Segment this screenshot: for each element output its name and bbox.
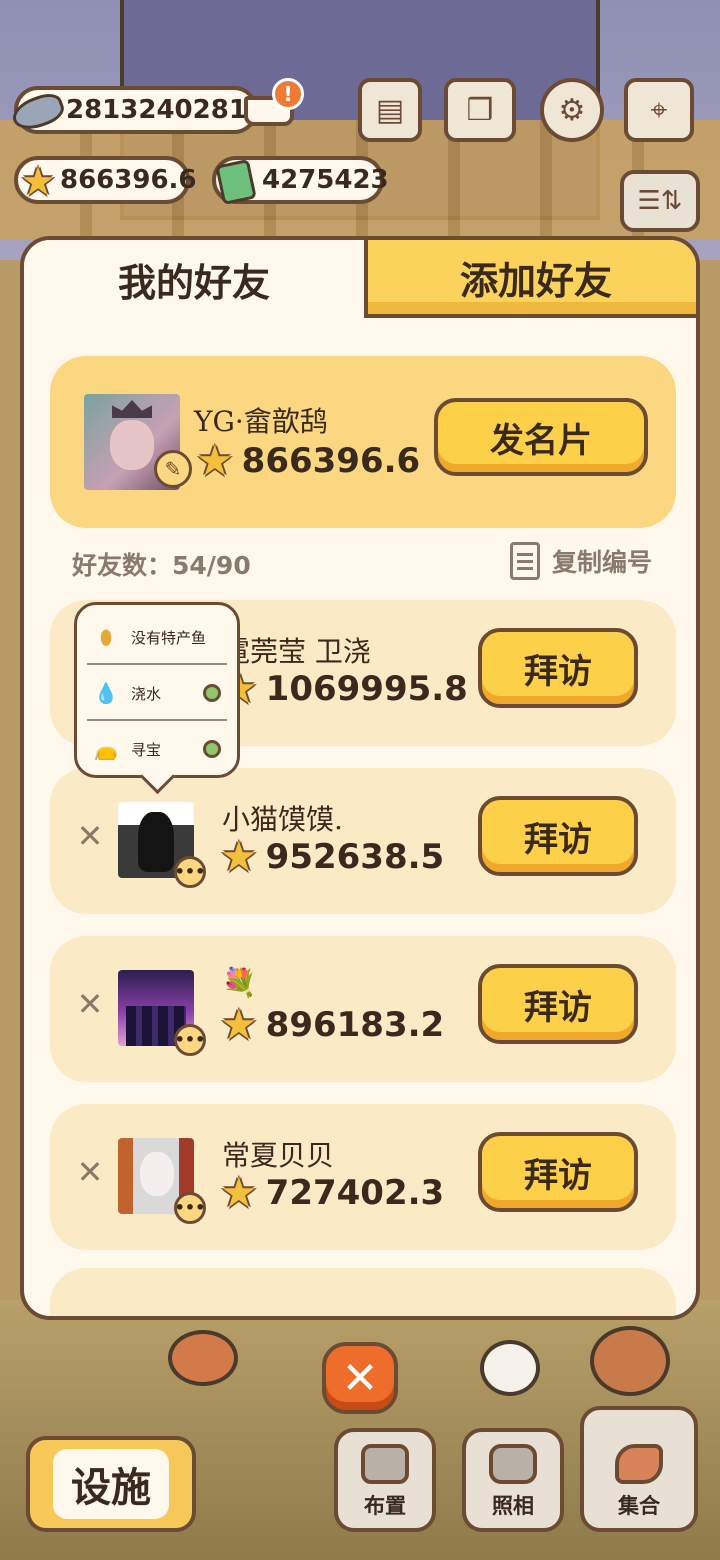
- tooltip-item-water: 💧 浇水: [93, 669, 221, 717]
- visit-button[interactable]: 拜访: [478, 628, 638, 708]
- ticket-currency[interactable]: 4275423: [212, 156, 389, 206]
- layout-button[interactable]: 布置: [334, 1428, 436, 1532]
- my-name: YG·畲歆鸹: [194, 405, 328, 438]
- remove-friend-icon[interactable]: ✕: [72, 985, 108, 1023]
- visit-button[interactable]: 拜访: [478, 796, 638, 876]
- gather-label: 集合: [618, 1494, 660, 1518]
- photo-button[interactable]: 照相: [462, 1428, 564, 1532]
- treasure-bag-icon: 👝: [93, 737, 119, 761]
- ticket-icon: [210, 156, 262, 208]
- star-icon: ★: [220, 832, 258, 881]
- map-icon[interactable]: ⌖: [624, 78, 694, 142]
- tab-my-friends-label: 我的好友: [117, 260, 270, 305]
- more-options-icon[interactable]: •••: [174, 1192, 206, 1224]
- more-options-icon[interactable]: •••: [174, 1024, 206, 1056]
- star-icon: ★: [220, 1168, 258, 1217]
- divider: [87, 719, 227, 721]
- friend-score-value: 896183.2: [265, 1005, 445, 1045]
- tab-add-friend-label: 添加好友: [459, 258, 612, 303]
- fish-value: 2813240281: [66, 95, 247, 125]
- tooltip-label: 寻宝: [131, 740, 162, 759]
- whistle-icon: [615, 1444, 663, 1484]
- tooltip-item-specialty-fish: ⬮ 没有特产鱼: [93, 613, 221, 661]
- peanut-icon: ⬮: [99, 625, 113, 649]
- fish-icon: [8, 86, 68, 138]
- friend-score: ★ 952638.5: [220, 836, 444, 878]
- tab-add-friend[interactable]: 添加好友: [364, 240, 696, 318]
- my-profile-card: ✎ YG·畲歆鸹 ★ 866396.6 发名片: [50, 356, 676, 528]
- status-dot: [203, 684, 221, 702]
- tooltip-label: 没有特产鱼: [131, 628, 207, 647]
- close-button[interactable]: ✕: [322, 1342, 398, 1414]
- scene-honey-pot: [168, 1330, 238, 1386]
- gear-icon[interactable]: ⚙: [540, 78, 604, 142]
- visit-button[interactable]: 拜访: [478, 1132, 638, 1212]
- scene-pot: [590, 1326, 670, 1396]
- scene-panda: [480, 1340, 540, 1396]
- friend-name: 💐: [222, 966, 257, 999]
- friend-score-value: 1069995.8: [265, 669, 468, 709]
- friend-row-partial: [50, 1268, 676, 1316]
- notification-badge: !: [272, 78, 304, 110]
- star-icon: ★: [20, 159, 56, 205]
- facility-label: 设施: [53, 1449, 169, 1519]
- star-currency[interactable]: ★ 866396.6: [14, 156, 197, 204]
- star-value: 866396.6: [60, 165, 197, 195]
- avatar-crown: [112, 400, 152, 418]
- friend-row: ✕ ••• 💐 ★ 896183.2 拜访: [50, 936, 676, 1082]
- copy-id-button[interactable]: 复制编号: [510, 542, 652, 580]
- my-score-value: 866396.6: [241, 441, 421, 481]
- star-icon: ★: [220, 1000, 258, 1049]
- album-icon[interactable]: ❒: [444, 78, 516, 142]
- fish-currency[interactable]: 2813240281: [8, 86, 258, 135]
- copy-doc-icon: [510, 542, 540, 580]
- avatar-face: [110, 420, 154, 470]
- friend-count: 好友数：54/90: [72, 551, 251, 580]
- edit-profile-icon[interactable]: ✎: [154, 450, 192, 488]
- divider: [87, 663, 227, 665]
- friend-score-value: 952638.5: [265, 837, 445, 877]
- layout-label: 布置: [364, 1494, 406, 1518]
- friend-row: ✕ ••• 小猫馍馍. ★ 952638.5 拜访: [50, 768, 676, 914]
- friend-row: ✕ ••• 常夏贝贝 ★ 727402.3 拜访: [50, 1104, 676, 1250]
- copy-id-label: 复制编号: [552, 548, 653, 577]
- remove-friend-icon[interactable]: ✕: [72, 817, 108, 855]
- friend-score: ★ 727402.3: [220, 1172, 444, 1214]
- sort-toggle-icon[interactable]: ☰⇅: [620, 170, 700, 232]
- friend-score: ★ 1069995.8: [220, 668, 468, 710]
- facility-button[interactable]: 设施: [26, 1436, 196, 1532]
- newspaper-icon[interactable]: ▤: [358, 78, 422, 142]
- friend-score-value: 727402.3: [265, 1173, 445, 1213]
- more-options-icon[interactable]: •••: [174, 856, 206, 888]
- my-score: ★ 866396.6: [196, 440, 420, 482]
- tab-my-friends[interactable]: 我的好友: [24, 240, 364, 318]
- friend-score: ★ 896183.2: [220, 1004, 444, 1046]
- gather-button[interactable]: 集合: [580, 1406, 698, 1532]
- friend-status-tooltip: ⬮ 没有特产鱼 💧 浇水 👝 寻宝: [74, 602, 240, 778]
- shop-cart-button[interactable]: !: [236, 78, 304, 138]
- status-dot: [203, 740, 221, 758]
- tooltip-label: 浇水: [131, 684, 162, 703]
- tooltip-item-treasure: 👝 寻宝: [93, 725, 221, 773]
- star-icon: ★: [196, 436, 234, 485]
- remove-friend-icon[interactable]: ✕: [72, 1153, 108, 1191]
- visit-button[interactable]: 拜访: [478, 964, 638, 1044]
- photo-label: 照相: [492, 1494, 534, 1518]
- water-drop-icon: 💧: [93, 681, 119, 705]
- send-card-button[interactable]: 发名片: [434, 398, 648, 476]
- friends-panel: 我的好友 添加好友 ✎ YG·畲歆鸹 ★ 866396.6 发名片 好友数：54…: [20, 236, 700, 1320]
- camera-icon: [489, 1444, 537, 1484]
- ticket-value: 4275423: [262, 165, 389, 195]
- paint-roller-icon: [361, 1444, 409, 1484]
